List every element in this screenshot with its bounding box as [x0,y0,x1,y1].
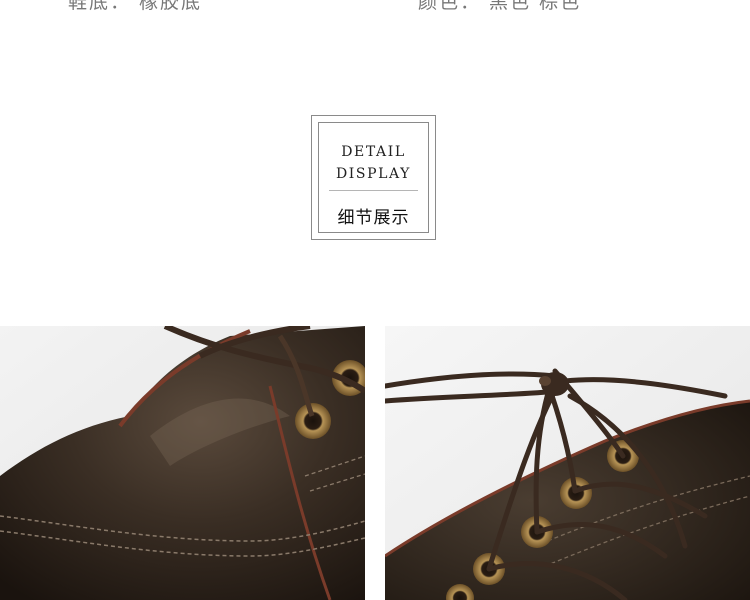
shoe-lace-detail-photo [385,326,750,600]
color-spec-text: 颜色： 黑色 棕色 [418,0,582,13]
title-english: DETAIL DISPLAY [319,141,428,185]
title-english-line-2: DISPLAY [335,166,412,182]
shoe-toe-detail-photo [0,326,365,600]
title-divider [329,190,418,191]
shoe-toe-illustration [0,326,365,600]
title-chinese: 细节展示 [337,208,410,228]
spec-line: 鞋底： 橡胶底 颜色： 黑色 棕色 [0,0,750,13]
sole-spec-text: 鞋底： 橡胶底 [68,0,203,13]
title-english-line-1: DETAIL [341,144,406,160]
eyelet-icon [295,403,331,439]
detail-display-title-box: DETAIL DISPLAY 细节展示 [311,115,436,240]
shoe-lace-illustration [385,326,750,600]
title-inner-frame: DETAIL DISPLAY 细节展示 [318,122,429,233]
